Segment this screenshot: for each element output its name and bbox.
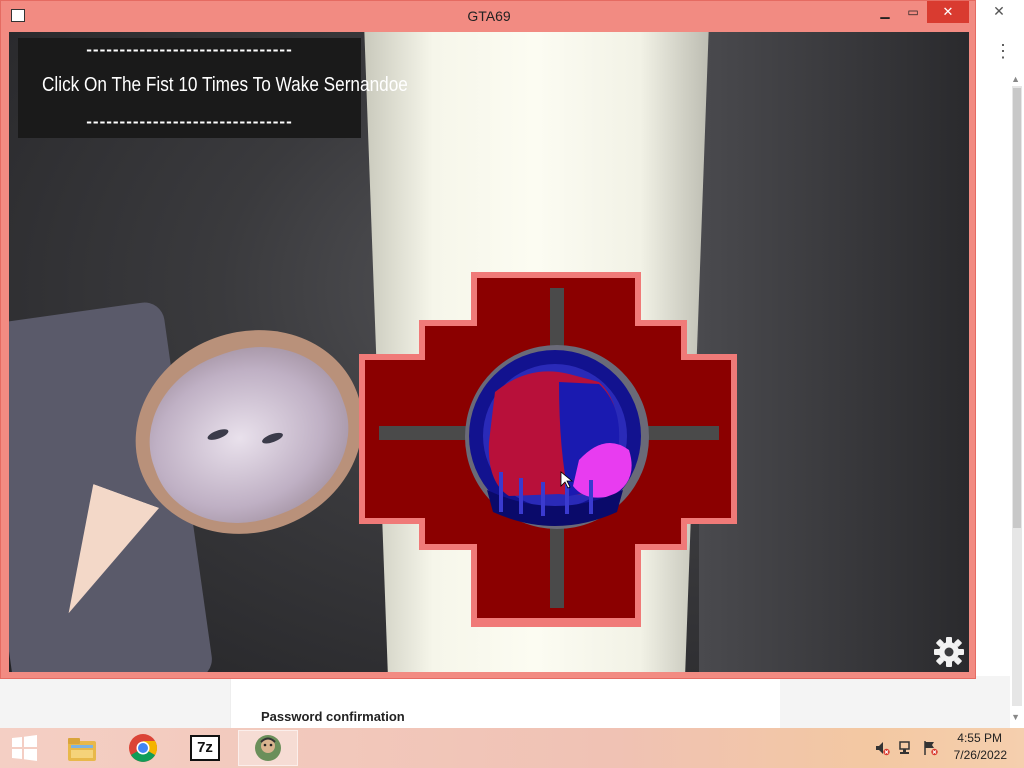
browser-scroll-thumb[interactable] bbox=[1013, 88, 1021, 528]
scroll-down-icon[interactable]: ▼ bbox=[1011, 712, 1020, 722]
banner-dashes-top: ------------------------------- bbox=[86, 40, 293, 59]
settings-gear-icon[interactable] bbox=[933, 636, 965, 668]
maximize-button[interactable]: ▭ bbox=[899, 1, 927, 23]
windows-logo-icon bbox=[12, 735, 37, 761]
instruction-banner: ------------------------------- Click On… bbox=[18, 38, 408, 138]
title-bar[interactable]: GTA69 ▁ ▭ ✕ bbox=[1, 1, 977, 31]
fist-cross-icon[interactable] bbox=[359, 272, 737, 627]
clock-time[interactable]: 4:55 PM bbox=[922, 731, 1002, 745]
7zip-icon: 7z bbox=[190, 735, 220, 761]
close-button[interactable]: ✕ bbox=[927, 1, 969, 23]
chrome-icon bbox=[129, 734, 157, 762]
file-explorer-icon bbox=[68, 738, 96, 761]
minimize-button[interactable]: ▁ bbox=[871, 1, 899, 23]
background-wall bbox=[699, 32, 969, 672]
start-button[interactable] bbox=[0, 730, 48, 766]
chrome-taskbar-button[interactable] bbox=[114, 730, 174, 766]
banner-dashes-bottom: ------------------------------- bbox=[86, 112, 293, 131]
browser-close-icon[interactable]: ✕ bbox=[982, 0, 1016, 22]
page-left-margin bbox=[0, 676, 230, 728]
fist-button[interactable] bbox=[359, 272, 737, 627]
password-confirmation-label: Password confirmation bbox=[261, 709, 405, 724]
taskbar: 7z 4:55 PM 7/26/2022 bbox=[0, 728, 1024, 768]
scroll-up-icon[interactable]: ▲ bbox=[1011, 74, 1020, 84]
window-title: GTA69 bbox=[467, 8, 511, 24]
volume-muted-icon[interactable] bbox=[874, 740, 890, 756]
clock-date[interactable]: 7/26/2022 bbox=[927, 748, 1007, 762]
network-icon[interactable] bbox=[898, 740, 914, 756]
file-explorer-taskbar-button[interactable] bbox=[52, 730, 112, 766]
page-right-margin bbox=[780, 676, 1010, 728]
instruction-text: Click On The Fist 10 Times To Wake Serna… bbox=[42, 74, 408, 96]
person-eye bbox=[260, 430, 285, 446]
person-eye bbox=[206, 427, 230, 443]
7zip-taskbar-button[interactable]: 7z bbox=[176, 730, 236, 766]
game-app-icon bbox=[255, 735, 281, 761]
browser-menu-icon[interactable]: ⋮ bbox=[994, 42, 1012, 60]
game-window: GTA69 ▁ ▭ ✕ ----------------------------… bbox=[0, 0, 976, 679]
game-app-taskbar-button[interactable] bbox=[238, 730, 298, 766]
game-canvas[interactable]: ------------------------------- Click On… bbox=[9, 32, 969, 672]
